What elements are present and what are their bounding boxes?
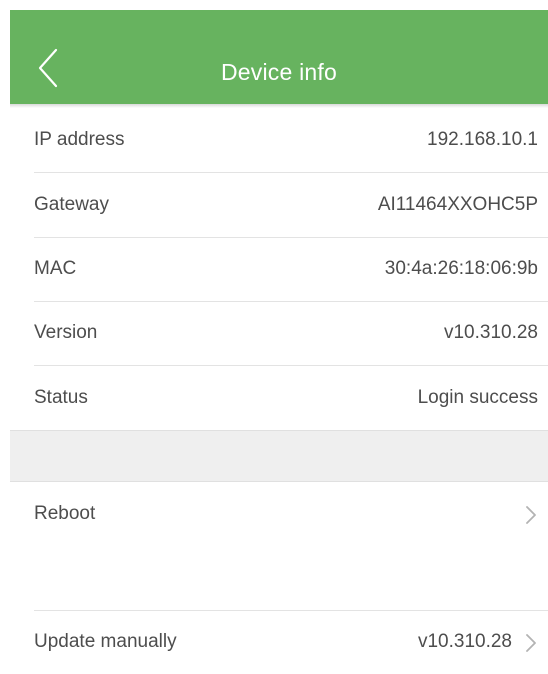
gateway-value: AI11464XXOHC5P <box>377 194 538 215</box>
section-separator <box>10 430 548 482</box>
ip-address-row: IP address 192.168.10.1 <box>34 108 548 172</box>
chevron-right-icon <box>526 634 536 652</box>
status-value: Login success <box>417 387 538 408</box>
reboot-row[interactable]: Reboot <box>34 482 548 546</box>
ip-address-value: 192.168.10.1 <box>427 129 538 150</box>
mac-label: MAC <box>34 258 77 279</box>
update-manually-label: Update manually <box>34 631 177 652</box>
gateway-row: Gateway AI11464XXOHC5P <box>34 173 548 237</box>
status-row: Status Login success <box>34 366 548 430</box>
mac-value: 30:4a:26:18:06:9b <box>384 258 538 279</box>
ip-address-label: IP address <box>34 129 125 150</box>
chevron-right-icon <box>526 506 536 524</box>
mac-row: MAC 30:4a:26:18:06:9b <box>34 237 548 301</box>
version-label: Version <box>34 322 98 343</box>
version-row: Version v10.310.28 <box>34 301 548 365</box>
version-value: v10.310.28 <box>443 322 538 343</box>
gateway-label: Gateway <box>34 194 109 215</box>
blank-spacer <box>10 546 548 610</box>
reboot-label: Reboot <box>34 503 96 524</box>
status-label: Status <box>34 387 88 408</box>
update-manually-row[interactable]: Update manually v10.310.28 <box>34 610 548 667</box>
update-version-value: v10.310.28 <box>417 631 512 652</box>
page-title: Device info <box>221 59 337 85</box>
top-margin <box>0 0 548 10</box>
